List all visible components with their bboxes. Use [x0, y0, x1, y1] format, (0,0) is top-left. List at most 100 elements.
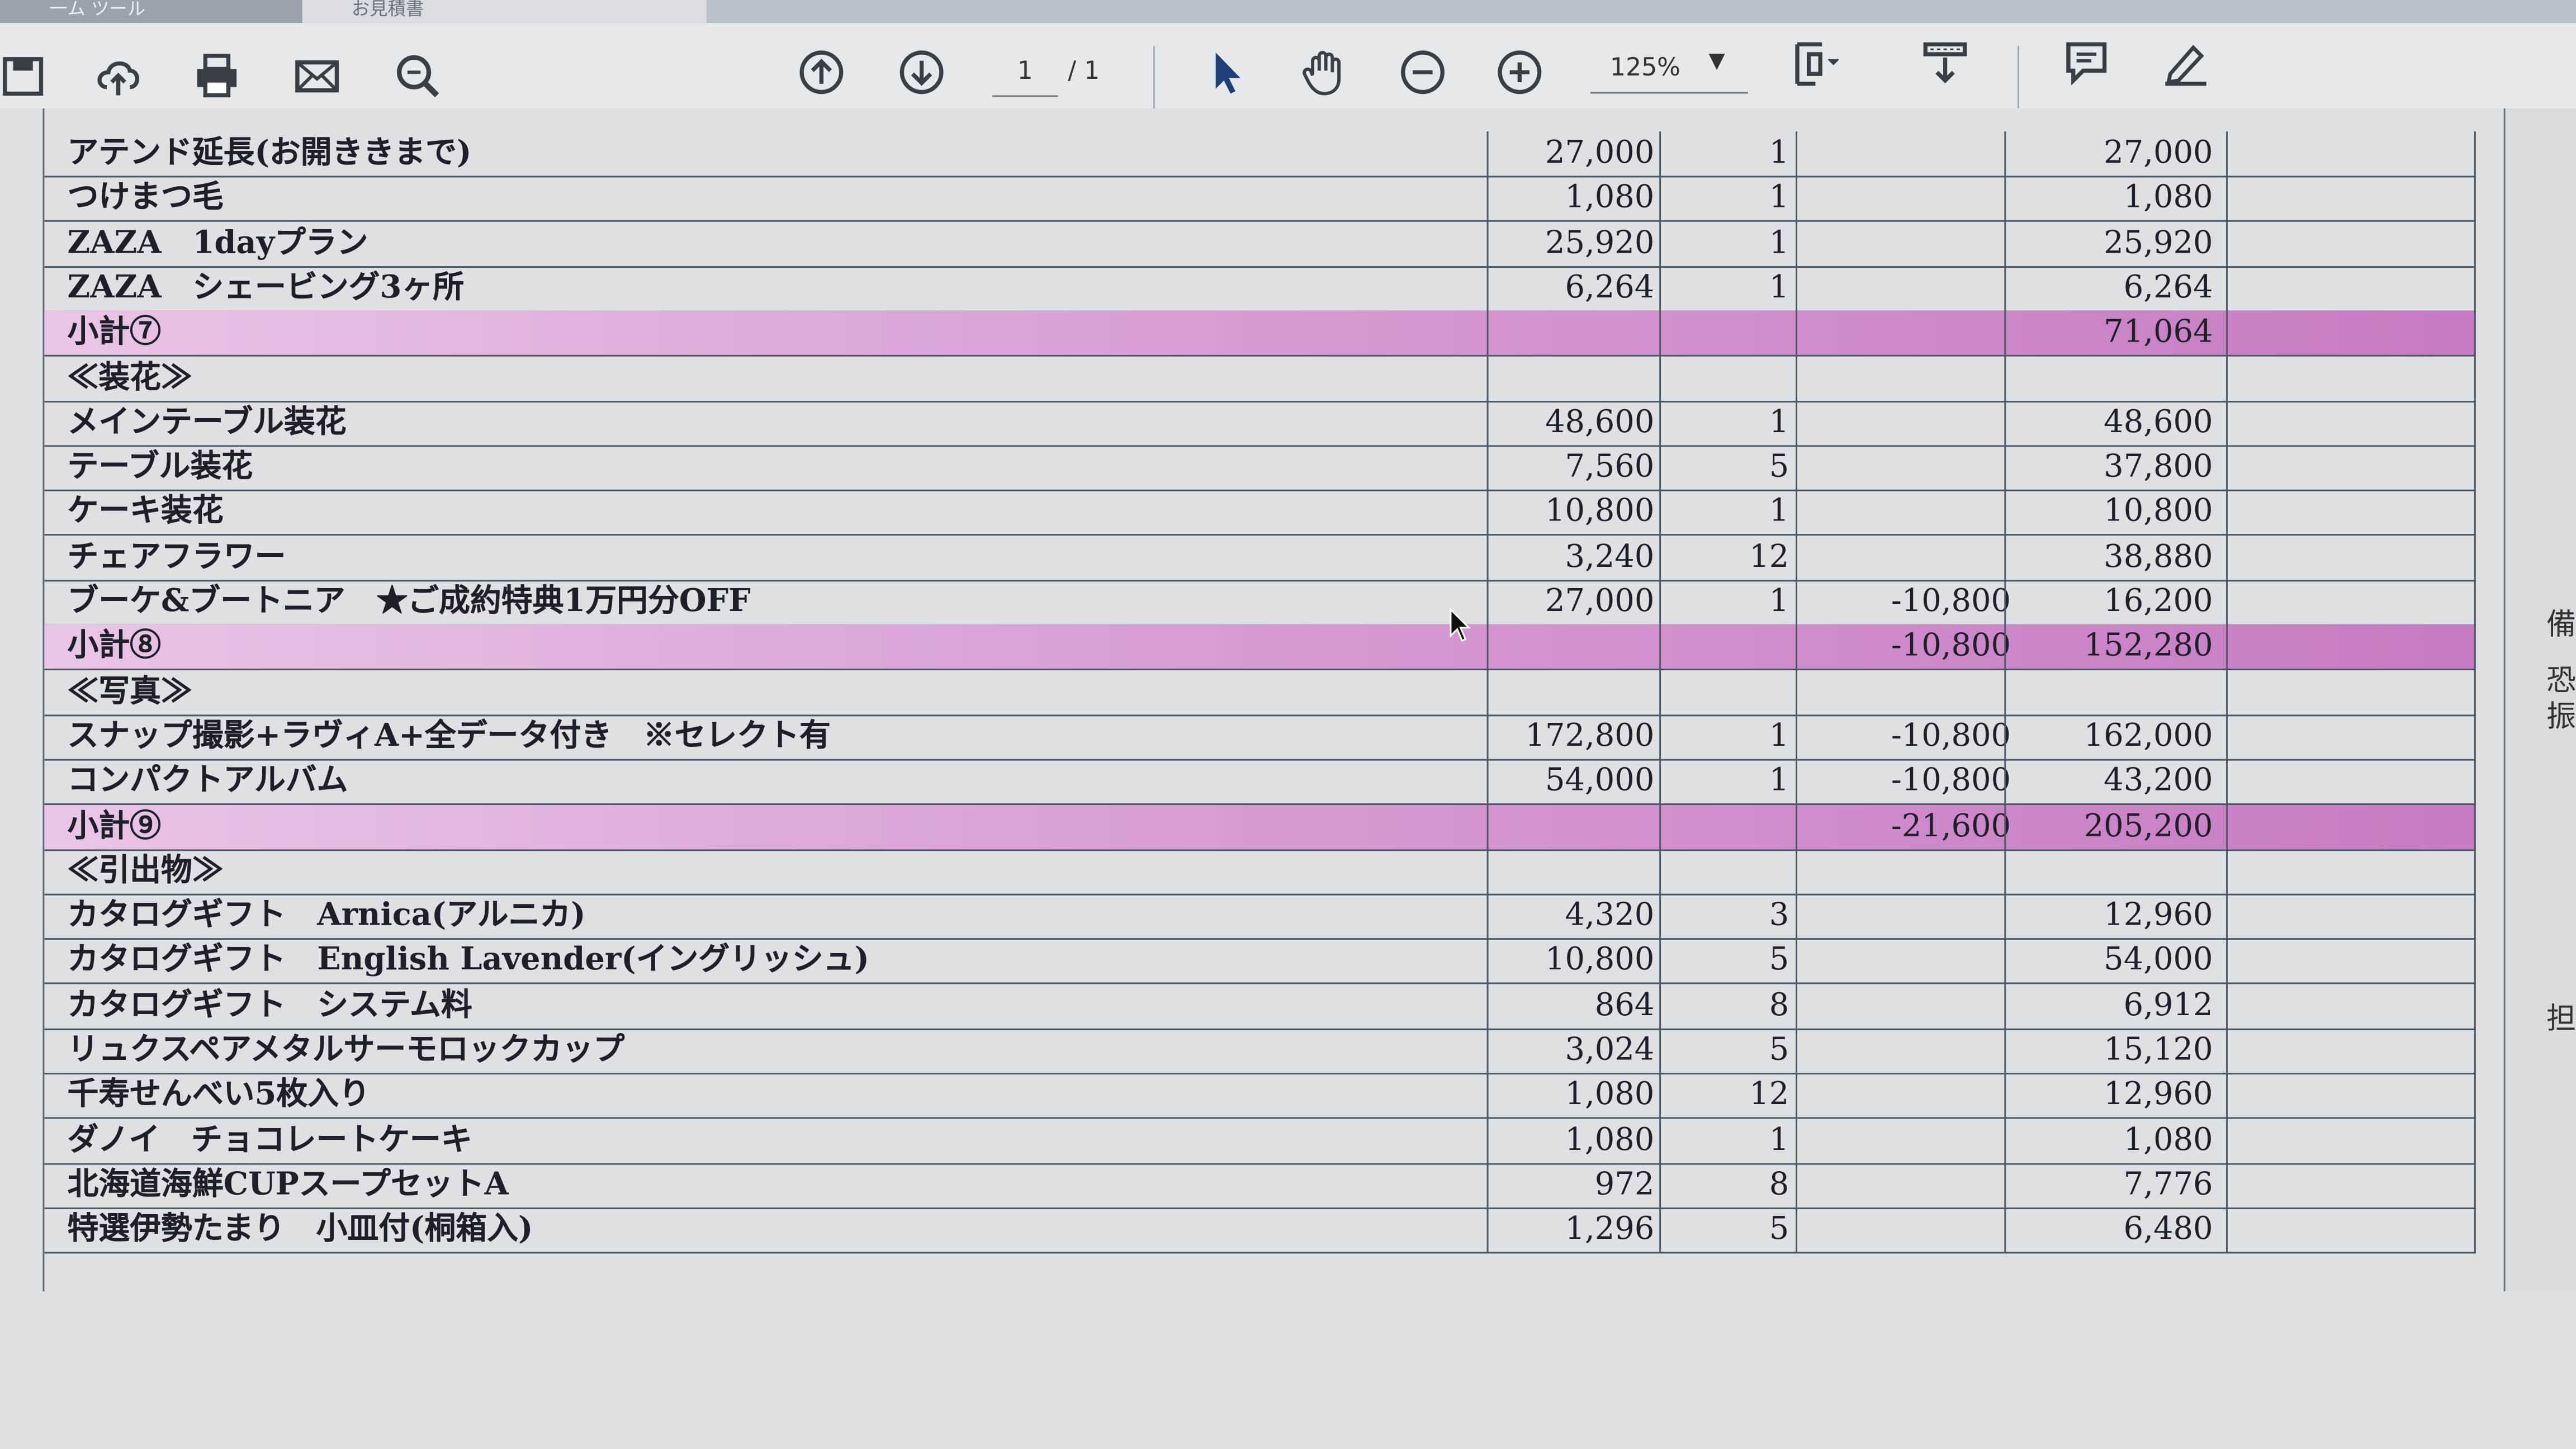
item-name-cell: テーブル装花	[67, 448, 253, 485]
amount-cell: 27,000	[2104, 134, 2213, 171]
quantity-cell: 1	[1769, 583, 1789, 619]
discount-cell: -10,800	[1891, 763, 2011, 799]
item-name-cell: ダノイ チョコレートケーキ	[67, 1121, 472, 1158]
quantity-cell: 1	[1769, 1121, 1789, 1158]
unit-price-cell: 1,296	[1565, 1211, 1655, 1248]
table-row: カタログギフト システム料 864 8 6,912	[44, 983, 2476, 1030]
quantity-cell: 12	[1749, 1076, 1789, 1113]
amount-cell: 162,000	[2083, 717, 2213, 754]
item-name-cell: リュクスペアメタルサーモロックカップ	[67, 1031, 625, 1068]
side-note-char: 備	[2546, 608, 2576, 643]
unit-price-cell: 172,800	[1525, 717, 1655, 754]
tab-tools[interactable]: 一ム ツール	[0, 0, 302, 23]
unit-price-cell: 25,920	[1545, 224, 1655, 261]
table-row: テーブル装花 7,560 5 37,800	[44, 446, 2476, 491]
item-name-cell: ブーケ&ブートニア ★ご成約特典1万円分OFF	[67, 583, 751, 619]
select-arrow-icon[interactable]	[1196, 42, 1255, 102]
unit-price-cell: 7,560	[1565, 448, 1655, 485]
toolbar-divider	[2017, 46, 2019, 112]
zoom-out-icon[interactable]	[1393, 42, 1452, 102]
table-row: ダノイ チョコレートケーキ 1,080 1 1,080	[44, 1118, 2476, 1164]
section-header-row: ≪装花≫	[44, 356, 2476, 402]
amount-cell: 71,064	[2104, 314, 2213, 351]
tab-strip: 一ム ツール お見積書	[0, 0, 2576, 25]
pdf-viewer-window: 一ム ツール お見積書 1 / 1 125% ▼ アテンド延長(お開ききまで) …	[0, 0, 2576, 1449]
unit-price-cell: 6,264	[1565, 269, 1655, 306]
chevron-down-icon[interactable]: ▼	[1708, 49, 1725, 74]
comment-icon[interactable]	[2057, 33, 2116, 92]
quantity-cell: 1	[1769, 717, 1789, 754]
item-name-cell: スナップ撮影+ラヴィA+全データ付き ※セレクト有	[67, 717, 831, 754]
subtotal-row: 小計⑦ 71,064	[44, 310, 2476, 357]
amount-cell: 1,080	[2123, 1121, 2213, 1158]
side-note-char: 担	[2546, 1002, 2576, 1037]
amount-cell: 16,200	[2104, 583, 2213, 619]
page-number-input[interactable]: 1	[992, 56, 1058, 97]
amount-cell: 1,080	[2123, 179, 2213, 216]
unit-price-cell: 27,000	[1545, 583, 1655, 619]
zoom-value: 125%	[1610, 53, 1681, 82]
table-row: カタログギフト Arnica(アルニカ) 4,320 3 12,960	[44, 894, 2476, 940]
table-column-divider	[1486, 131, 1489, 1253]
page-total-label: / 1	[1068, 55, 1100, 86]
next-page-icon[interactable]	[892, 42, 951, 102]
zoom-in-icon[interactable]	[1490, 42, 1549, 102]
table-row: スナップ撮影+ラヴィA+全データ付き ※セレクト有 172,800 1 -10,800…	[44, 714, 2476, 761]
section-header-row: ≪引出物≫	[44, 849, 2476, 896]
table-column-divider	[1659, 131, 1661, 1253]
unit-price-cell: 10,800	[1545, 942, 1655, 978]
subtotal-row: 小計⑧ -10,800 152,280	[44, 624, 2476, 671]
quantity-cell: 12	[1749, 538, 1789, 575]
table-row: アテンド延長(お開ききまで) 27,000 1 27,000	[44, 131, 2476, 178]
item-name-cell: チェアフラワー	[67, 538, 286, 575]
item-name-cell: ケーキ装花	[67, 493, 224, 530]
print-icon[interactable]	[187, 46, 247, 105]
quantity-cell: 1	[1769, 179, 1789, 216]
quantity-cell: 1	[1769, 224, 1789, 261]
scroll-mode-icon[interactable]	[1916, 33, 1975, 92]
amount-cell: 12,960	[2104, 1076, 2213, 1113]
amount-cell: 205,200	[2083, 807, 2213, 844]
table-column-divider	[2226, 131, 2228, 1253]
unit-price-cell: 1,080	[1565, 1076, 1655, 1113]
hand-tool-icon[interactable]	[1295, 42, 1354, 102]
zoom-search-icon[interactable]	[388, 46, 447, 105]
table-column-divider	[1796, 131, 1798, 1253]
mail-icon[interactable]	[287, 46, 347, 105]
cloud-upload-icon[interactable]	[89, 46, 148, 105]
quantity-cell: 1	[1769, 134, 1789, 171]
item-name-cell: 小計⑧	[67, 628, 162, 665]
unit-price-cell: 54,000	[1545, 763, 1655, 799]
amount-cell: 25,920	[2104, 224, 2213, 261]
prev-page-icon[interactable]	[792, 42, 851, 102]
tab-document[interactable]: お見積書	[302, 0, 707, 23]
save-icon[interactable]	[0, 46, 53, 105]
item-name-cell: ≪写真≫	[67, 673, 192, 709]
unit-price-cell: 10,800	[1545, 493, 1655, 530]
quantity-cell: 5	[1769, 942, 1789, 978]
zoom-select[interactable]: 125% ▼	[1590, 46, 1748, 94]
item-name-cell: ≪装花≫	[67, 359, 192, 395]
quantity-cell: 5	[1769, 1211, 1789, 1248]
table-row: ケーキ装花 10,800 1 10,800	[44, 490, 2476, 537]
quantity-cell: 8	[1769, 1166, 1789, 1202]
item-name-cell: つけまつ毛	[67, 179, 224, 216]
mouse-cursor-icon	[1449, 607, 1475, 650]
discount-cell: -10,800	[1891, 583, 2011, 619]
amount-cell: 38,880	[2104, 538, 2213, 575]
table-row: チェアフラワー 3,240 12 38,880	[44, 535, 2476, 581]
quantity-cell: 1	[1769, 404, 1789, 441]
amount-cell: 54,000	[2104, 942, 2213, 978]
amount-cell: 6,264	[2123, 269, 2213, 306]
table-row: 北海道海鮮CUPスープセットA 972 8 7,776	[44, 1163, 2476, 1209]
quantity-cell: 5	[1769, 1031, 1789, 1068]
fit-page-icon[interactable]	[1787, 33, 1846, 92]
quantity-cell: 8	[1769, 987, 1789, 1023]
sign-pen-icon[interactable]	[2156, 33, 2215, 92]
toolbar-divider	[1153, 46, 1155, 112]
table-column-divider	[2004, 131, 2006, 1253]
amount-cell: 7,776	[2123, 1166, 2213, 1202]
unit-price-cell: 972	[1594, 1166, 1655, 1202]
table-row: ZAZA 1dayプラン 25,920 1 25,920	[44, 221, 2476, 267]
discount-cell: -10,800	[1891, 628, 2011, 665]
